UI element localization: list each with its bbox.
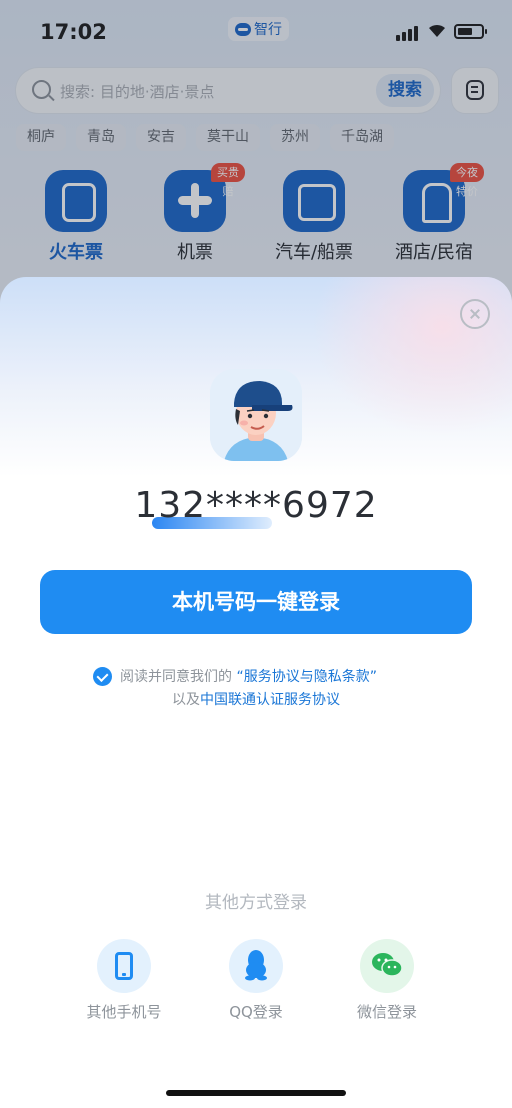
agreement-line-2: 以及中国联通认证服务协议 xyxy=(0,689,512,709)
other-login-title: 其他方式登录 xyxy=(205,893,307,913)
service-privacy-link[interactable]: “服务协议与隐私条款” xyxy=(236,669,377,685)
screen: 17:02 智行 搜索: 目的地·酒店·景点 搜索 桐庐 青岛 安吉 莫干山 苏… xyxy=(0,0,512,1108)
option-label: 其他手机号 xyxy=(86,1003,162,1021)
unicom-auth-link[interactable]: 中国联通认证服务协议 xyxy=(200,692,340,708)
option-circle xyxy=(360,939,414,993)
agreement-prefix-2: 以及 xyxy=(172,692,200,708)
one-click-login-button[interactable]: 本机号码一键登录 xyxy=(40,570,472,634)
agreement-line-1: 阅读并同意我们的 “服务协议与隐私条款” xyxy=(120,666,377,686)
wechat-login-button[interactable]: 微信登录 xyxy=(332,939,442,1022)
wechat-icon xyxy=(372,953,402,977)
option-circle xyxy=(97,939,151,993)
masked-phone-number: 132****6972 xyxy=(134,485,378,526)
agree-checkbox[interactable] xyxy=(93,667,112,686)
other-phone-login-button[interactable]: 其他手机号 xyxy=(69,939,179,1022)
home-indicator[interactable] xyxy=(166,1090,346,1096)
qq-login-button[interactable]: QQ登录 xyxy=(201,939,311,1022)
avatar xyxy=(210,369,302,461)
login-sheet: 132****6972 本机号码一键登录 阅读并同意我们的 “服务协议与隐私条款… xyxy=(0,277,512,1108)
option-label: QQ登录 xyxy=(229,1003,283,1021)
mobile-phone-icon xyxy=(115,952,133,980)
close-button[interactable] xyxy=(460,299,490,329)
agreement-prefix: 阅读并同意我们的 xyxy=(120,669,232,685)
avatar-illustration-icon xyxy=(210,369,302,461)
option-circle xyxy=(229,939,283,993)
qq-icon xyxy=(245,950,267,981)
option-label: 微信登录 xyxy=(356,1003,417,1021)
